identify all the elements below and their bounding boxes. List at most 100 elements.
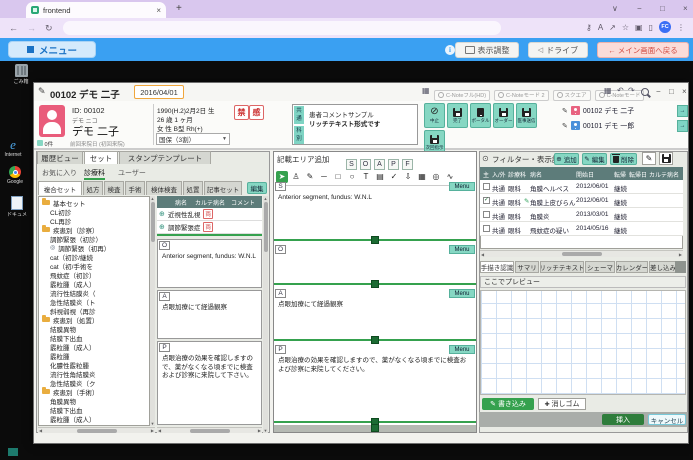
section-menu-button[interactable]: Menu [449,345,475,354]
scroll-down-icon[interactable]: ▼ [150,421,155,426]
type-tab-0[interactable]: 複合セット [38,181,82,195]
handwriting-canvas[interactable] [480,290,686,395]
complete-button[interactable]: 完了 [447,103,468,128]
main-dx-checkbox[interactable]: ✓ [483,197,490,204]
patient-list-row[interactable]: ✎00101 デモ 一郎→ [562,118,688,133]
left-section-P[interactable]: P 点眼治療の効果を確認しますので、薬がなくなる頃までに検査および診察に来院して… [157,341,262,425]
browser-chevron-icon[interactable]: ∨ [612,4,618,13]
dx-list-row[interactable]: 共通眼科角膜ヘルペス2012/06/01継続 [480,180,683,194]
info-icon[interactable]: i [445,45,455,55]
tree-item[interactable]: 霰粒腫（成人） [41,342,149,351]
desktop-icon-google-chrome[interactable]: Google [2,166,28,185]
insurance-select[interactable]: 国保（3割） ▼ [156,133,230,145]
input-tab-3[interactable]: シェーマ [585,261,615,273]
main-dx-checkbox[interactable] [483,225,490,232]
type-tab-5[interactable]: 処置 [183,181,203,195]
section-menu-button[interactable]: Menu [449,245,475,254]
visit-date-field[interactable]: 2016/04/01 [134,85,184,99]
order-button[interactable]: オーダー [493,103,514,128]
dx-row[interactable]: ⊕調節緊張症両 [157,221,262,234]
dx-list-hscrollbar[interactable]: ◀▶ [480,250,683,257]
left-hscrollbar[interactable]: ◀▶ [157,427,262,433]
layout-mode-option[interactable]: スクエア [553,90,591,101]
left-section-A[interactable]: A 点眼加療にて経過観察 [157,290,262,339]
tree-folder[interactable]: 疾患別（診察） [41,225,149,234]
menu-button[interactable]: メニュー [8,41,96,58]
left-subtab-0[interactable]: お気に入り [42,168,77,178]
tree-folder[interactable]: 疾患別（手術） [41,387,149,396]
dx-row[interactable]: ⊕近視性乱視両 [157,208,262,221]
undo-icon[interactable]: ↶ [617,86,624,95]
browser-minimize-button[interactable]: − [637,4,642,13]
section-resize-handle[interactable] [371,424,379,432]
scroll-right-icon[interactable]: ▶ [258,428,261,433]
input-tab-1[interactable]: サマリ [515,261,539,273]
chrome-menu-icon[interactable]: ⋮ [677,23,685,32]
display-adjust-button[interactable]: 表示調整 [455,42,519,58]
tree-item[interactable]: cat（初診/継続 [41,252,149,261]
tree-item[interactable]: 急性結膜炎（ク [41,378,149,387]
tree-item[interactable]: 飛蚊症（初診） [41,270,149,279]
karte-section-P[interactable]: P Menu 点眼治療の効果を確認しますので、薬がなくなる頃までに検査および診察… [274,344,476,423]
tree-item[interactable]: ◎調節緊張（初再） [41,243,149,252]
cancel-button[interactable]: キャンセル [648,414,686,425]
browser-maximize-button[interactable]: □ [660,4,665,13]
window-maximize-button[interactable]: □ [669,87,674,96]
tree-item[interactable]: 結膜異物 [41,324,149,333]
key-icon[interactable]: ⚷ [586,23,592,32]
dx-delete-button[interactable]: 削除 [610,153,637,165]
desktop-icon-documents[interactable]: ドキュメ [4,196,30,218]
tree-item[interactable]: 急性結膜炎（ト [41,297,149,306]
browser-tab[interactable]: frontend × [26,2,166,18]
type-tab-2[interactable]: 検査 [104,181,124,195]
tree-item[interactable]: CL再診 [41,216,149,225]
tabs-more-button[interactable] [675,261,686,273]
tree-item[interactable]: 結膜下出血 [41,333,149,342]
scroll-right-icon[interactable]: ▶ [679,252,682,257]
tree-folder[interactable]: 疾患別（処置） [41,315,149,324]
brush-button[interactable]: ✎ [642,152,656,165]
scroll-left-icon[interactable]: ◀ [481,252,484,257]
eraser-button[interactable]: ✚消しゴム [538,398,586,410]
left-subtab-2[interactable]: ユーザー [118,168,146,178]
scroll-up-icon[interactable]: ▲ [150,196,155,201]
window-close-button[interactable]: × [682,87,687,96]
type-tab-3[interactable]: 手術 [125,181,145,195]
zoom-search-icon[interactable] [641,88,649,96]
section-menu-button[interactable]: Menu [449,182,475,191]
tree-item[interactable]: 霰粒腫（成人） [41,279,149,288]
pencil-icon[interactable]: ✎ [562,122,568,130]
input-tab-0[interactable]: 手描き認識 [480,261,514,273]
main-dx-checkbox[interactable] [483,211,490,218]
dx-edit-button[interactable]: ✎編集 [582,153,607,165]
back-icon[interactable]: ← [9,23,18,33]
layout-grid2-icon[interactable]: ▦ [604,86,612,95]
tree-item[interactable]: 流行性結膜炎（ [41,288,149,297]
left-subtab-1[interactable]: 診療科 [84,168,105,180]
open-patient-button[interactable]: → [677,105,688,117]
input-tab-2[interactable]: リッチテキスト [540,261,584,273]
type-tab-6[interactable]: 記事セット [204,181,242,195]
left-tab-0[interactable]: 履歴ビュー [37,151,83,164]
dx-list-row[interactable]: 共通眼科飛蚊症の疑い2014/05/16継続 [480,222,683,236]
bookmark-star-icon[interactable]: ☆ [622,23,629,32]
extensions-puzzle-icon[interactable]: ▣ [635,23,643,32]
cancel-visit-button[interactable]: ⊘中止 [424,103,445,128]
expand-circle-icon[interactable]: ⊕ [159,223,165,231]
write-button[interactable]: ✎書き込み [482,398,534,410]
patient-list-row[interactable]: ✎00102 デモ 二子→ [562,103,688,118]
profile-avatar[interactable]: FC [659,21,671,33]
scroll-left-icon[interactable]: ◀ [39,428,42,433]
portal-button[interactable]: ポータル [470,103,491,128]
section-resize-handle[interactable] [371,236,379,244]
left-section-O[interactable]: O Anterior segment, fundus: W.N.L [157,239,262,288]
medical-send-button[interactable]: 医事送信 [516,103,537,128]
drive-button[interactable]: ◁ ドライブ [528,42,588,58]
dx-list-row[interactable]: 共通眼科角膜炎2013/03/01継続 [480,208,683,222]
layout-grid-icon[interactable]: ▦ [422,86,430,95]
scroll-right-icon[interactable]: ▶ [151,428,154,433]
forward-icon[interactable]: → [27,23,36,33]
dx-add-button[interactable]: ⊕追加 [554,153,579,165]
type-tab-4[interactable]: 検体検査 [146,181,182,195]
layout-mode-option[interactable]: C-Noteフル(HD) [434,90,490,101]
